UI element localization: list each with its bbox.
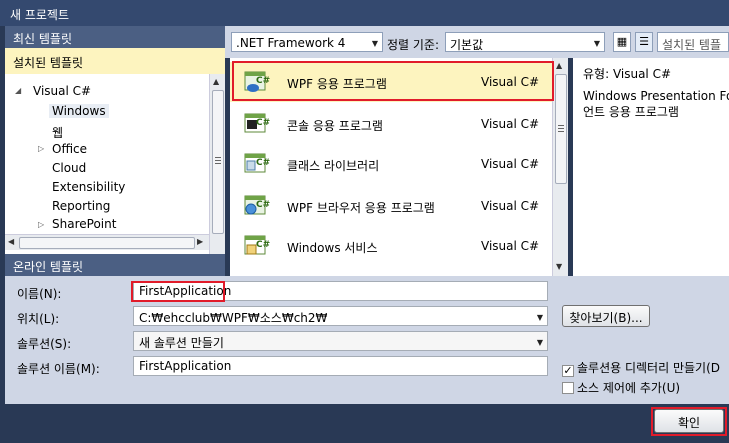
category-tree: ◢ Visual C# Windows 웹 ▷ Office Cloud Ext… xyxy=(5,74,225,250)
template-item-console-app[interactable]: C# 콘솔 응용 프로그램 Visual C# xyxy=(230,104,552,144)
template-name: 콘솔 응용 프로그램 xyxy=(287,119,383,133)
source-control-checkbox-row[interactable]: 소스 제어에 추가(U) xyxy=(562,379,680,396)
highlight-box-ok xyxy=(651,407,727,436)
name-label: 이름(N): xyxy=(17,287,62,301)
dialog-footer: 확인 xyxy=(0,404,729,443)
scroll-left-icon[interactable]: ◀ xyxy=(8,237,14,246)
template-item-class-library[interactable]: C# 클래스 라이브러리 Visual C# xyxy=(230,144,552,184)
svg-text:C#: C# xyxy=(256,240,270,250)
browse-button[interactable]: 찾아보기(B)... xyxy=(562,305,650,327)
svg-text:C#: C# xyxy=(256,158,270,168)
project-settings-form: 이름(N): FirstApplication 위치(L): C:₩ehcclu… xyxy=(5,276,729,404)
recent-templates-header[interactable]: 최신 템플릿 xyxy=(5,26,225,48)
sort-label: 정렬 기준: xyxy=(387,38,440,52)
chevron-down-icon: ▼ xyxy=(536,313,543,322)
highlight-box-name xyxy=(131,281,225,302)
framework-value: .NET Framework 4 xyxy=(236,36,346,50)
template-category-panel: 최신 템플릿 설치된 템플릿 ◢ Visual C# Windows 웹 ▷ O… xyxy=(5,26,225,276)
location-combobox[interactable]: C:₩ehcclub₩WPF₩소스₩ch2₩ ▼ xyxy=(133,306,548,326)
grid-view-icon: ▦ xyxy=(616,35,628,48)
chevron-down-icon: ▼ xyxy=(536,338,543,347)
tree-item-cloud[interactable]: Cloud xyxy=(52,161,86,175)
create-directory-checkbox-row[interactable]: ✓ 솔루션용 디렉터리 만들기(D xyxy=(562,359,720,377)
solution-dropdown[interactable]: 새 솔루션 만들기 ▼ xyxy=(133,331,548,351)
tree-item-extensibility[interactable]: Extensibility xyxy=(52,180,125,194)
svg-text:C#: C# xyxy=(256,118,270,128)
list-view-icon: ☰ xyxy=(639,35,649,48)
scroll-thumb[interactable] xyxy=(19,237,195,249)
search-placeholder: 설치된 템플 xyxy=(662,38,722,52)
search-templates-input[interactable]: 설치된 템플 xyxy=(657,32,729,52)
expand-right-icon[interactable]: ▷ xyxy=(38,144,44,153)
category-horizontal-scrollbar[interactable]: ◀ ▶ xyxy=(5,234,209,250)
sort-dropdown[interactable]: 기본값 ▼ xyxy=(445,32,605,52)
tree-item-windows[interactable]: Windows xyxy=(49,104,109,118)
template-language: Visual C# xyxy=(481,157,540,171)
tree-item-sharepoint[interactable]: SharePoint xyxy=(52,217,116,231)
create-directory-checkbox[interactable]: ✓ xyxy=(562,365,574,377)
solution-name-value: FirstApplication xyxy=(139,359,232,373)
solution-label: 솔루션(S): xyxy=(17,337,72,351)
framework-dropdown[interactable]: .NET Framework 4 ▼ xyxy=(231,32,383,52)
solution-name-input[interactable]: FirstApplication xyxy=(133,356,548,376)
sort-value: 기본값 xyxy=(450,38,484,52)
scroll-up-icon[interactable]: ▲ xyxy=(213,77,219,86)
scroll-thumb[interactable] xyxy=(212,90,224,234)
chevron-down-icon: ▼ xyxy=(593,39,600,48)
category-vertical-scrollbar[interactable]: ▲ xyxy=(209,74,225,260)
tree-item-web[interactable]: 웹 xyxy=(52,124,63,141)
list-view-button[interactable]: ☰ xyxy=(635,32,653,52)
location-label: 위치(L): xyxy=(17,312,60,326)
installed-templates-header[interactable]: 설치된 템플릿 xyxy=(5,48,225,74)
online-templates-header[interactable]: 온라인 템플릿 xyxy=(5,254,225,276)
template-list-scrollbar[interactable]: ▲ ▼ xyxy=(552,58,568,276)
template-name: WPF 브라우저 응용 프로그램 xyxy=(287,201,435,215)
template-toolbar: .NET Framework 4 ▼ 정렬 기준: 기본값 ▼ ▦ ☰ 설치된 … xyxy=(225,26,729,58)
chevron-down-icon: ▼ xyxy=(371,39,378,48)
source-control-label: 소스 제어에 추가(U) xyxy=(577,381,681,395)
solution-name-label: 솔루션 이름(M): xyxy=(17,362,100,376)
expand-right-icon[interactable]: ▷ xyxy=(38,220,44,229)
scroll-down-icon[interactable]: ▼ xyxy=(556,262,562,271)
scroll-up-icon[interactable]: ▲ xyxy=(556,61,562,70)
tree-item-visual-csharp[interactable]: Visual C# xyxy=(33,84,91,98)
solution-value: 새 솔루션 만들기 xyxy=(139,336,224,350)
location-value: C:₩ehcclub₩WPF₩소스₩ch2₩ xyxy=(139,311,328,325)
template-name: 클래스 라이브러리 xyxy=(287,159,380,173)
template-description-line2: 언트 응용 프로그램 xyxy=(583,105,679,119)
template-type: 유형: Visual C# xyxy=(583,67,672,81)
expand-down-icon[interactable]: ◢ xyxy=(15,86,21,95)
windows-service-icon: C# xyxy=(244,235,270,255)
template-info-panel: 유형: Visual C# Windows Presentation Foun … xyxy=(573,58,729,276)
console-app-icon: C# xyxy=(244,113,270,133)
template-description-line1: Windows Presentation Foun xyxy=(583,89,729,103)
wpf-browser-icon: C# xyxy=(244,195,270,215)
scroll-thumb[interactable] xyxy=(555,74,567,184)
source-control-checkbox[interactable] xyxy=(562,382,574,394)
scroll-right-icon[interactable]: ▶ xyxy=(197,237,203,246)
template-item-windows-service[interactable]: C# Windows 서비스 Visual C# xyxy=(230,226,552,266)
template-item-wpf-browser-app[interactable]: C# WPF 브라우저 응용 프로그램 Visual C# xyxy=(230,186,552,226)
highlight-box-template xyxy=(232,61,554,101)
create-directory-label: 솔루션용 디렉터리 만들기(D xyxy=(577,361,720,375)
tree-item-reporting[interactable]: Reporting xyxy=(52,199,110,213)
window-title: 새 프로젝트 xyxy=(0,0,729,26)
template-language: Visual C# xyxy=(481,239,540,253)
class-library-icon: C# xyxy=(244,153,270,173)
tree-item-office[interactable]: Office xyxy=(52,142,87,156)
svg-text:C#: C# xyxy=(256,200,270,210)
template-language: Visual C# xyxy=(481,199,540,213)
template-name: Windows 서비스 xyxy=(287,241,378,255)
small-icons-view-button[interactable]: ▦ xyxy=(613,32,631,52)
template-language: Visual C# xyxy=(481,117,540,131)
